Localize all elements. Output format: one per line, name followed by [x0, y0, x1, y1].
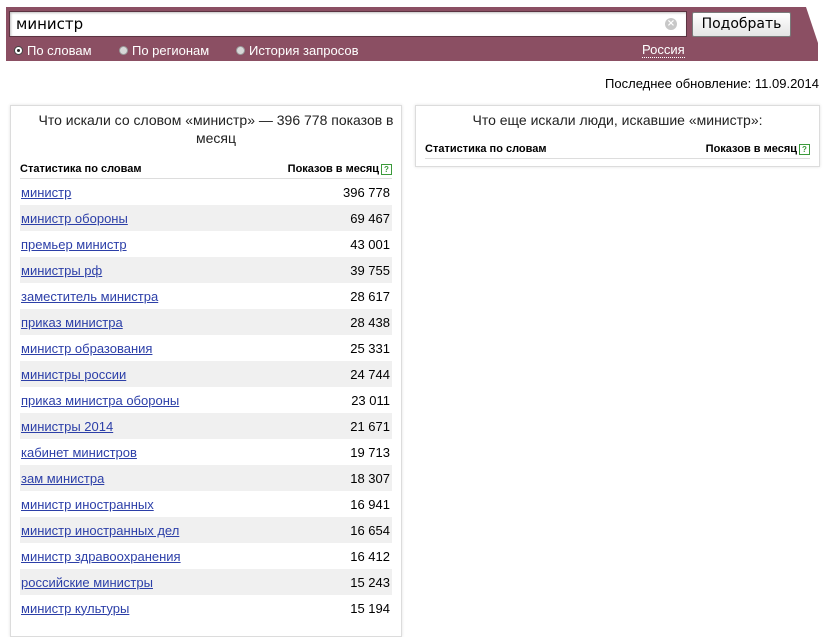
impressions-count: 39 755 [350, 262, 390, 278]
search-input[interactable] [10, 12, 660, 36]
table-row: министр иностранных 16 941 [20, 491, 392, 517]
search-field[interactable]: × [9, 11, 687, 37]
table-row: кабинет министров 19 713 [20, 439, 392, 465]
table-header: Статистика по словам Показов в месяц? [425, 140, 810, 159]
mode-label: По регионам [132, 42, 210, 58]
table-row: премьер министр 43 001 [20, 231, 392, 257]
phrase-link[interactable]: премьер министр [21, 237, 127, 252]
phrase-link[interactable]: министры россии [21, 367, 126, 382]
mode-history-radio[interactable]: История запросов [236, 42, 359, 58]
table-row: приказ министра обороны 23 011 [20, 387, 392, 413]
table-row: министры 2014 21 671 [20, 413, 392, 439]
impressions-count: 16 654 [350, 522, 390, 538]
table-row: министры россии 24 744 [20, 361, 392, 387]
related-searches-table: Статистика по словам Показов в месяц? [425, 140, 810, 159]
impressions-count: 18 307 [350, 470, 390, 486]
mode-label: История запросов [249, 42, 359, 58]
table-body: министр 396 778 министр обороны 69 467 премь… [20, 179, 392, 621]
impressions-count: 69 467 [350, 210, 390, 226]
phrase-link[interactable]: кабинет министров [21, 445, 137, 460]
radio-dot-icon [236, 45, 245, 55]
impressions-count: 24 744 [350, 366, 390, 382]
table-row: министр образования 25 331 [20, 335, 392, 361]
table-row: министр иностранных дел 16 654 [20, 517, 392, 543]
phrase-link[interactable]: министр здравоохранения [21, 549, 181, 564]
impressions-count: 15 243 [350, 574, 390, 590]
help-icon[interactable]: ? [799, 143, 810, 155]
impressions-count: 16 412 [350, 548, 390, 564]
related-searches-panel: Что еще искали люди, искавшие «министр»:… [415, 105, 820, 167]
word-stats-table: Статистика по словам Показов в месяц? ми… [20, 160, 392, 621]
impressions-count: 19 713 [350, 444, 390, 460]
column-header-count-label: Показов в месяц [287, 163, 379, 175]
phrase-link[interactable]: министр иностранных дел [21, 523, 179, 538]
phrase-link[interactable]: российские министры [21, 575, 153, 590]
region-link[interactable]: Россия [642, 43, 685, 58]
column-header-phrase: Статистика по словам [20, 163, 142, 175]
phrase-link[interactable]: министр обороны [21, 211, 128, 226]
mode-by-words-radio[interactable]: По словам [14, 42, 92, 58]
phrase-link[interactable]: приказ министра обороны [21, 393, 179, 408]
table-row: зам министра 18 307 [20, 465, 392, 491]
phrase-link[interactable]: министр образования [21, 341, 152, 356]
phrase-link[interactable]: зам министра [21, 471, 104, 486]
column-header-count: Показов в месяц? [706, 143, 810, 155]
word-stats-panel: Что искали со словом «министр» — 396 778… [10, 105, 402, 637]
table-header: Статистика по словам Показов в месяц? [20, 160, 392, 179]
radio-dot-icon [14, 45, 23, 55]
clear-icon[interactable]: × [665, 18, 677, 30]
submit-button[interactable]: Подобрать [692, 12, 791, 37]
phrase-link[interactable]: министры рф [21, 263, 102, 278]
impressions-count: 15 194 [350, 600, 390, 616]
panel-title: Что еще искали люди, искавшие «министр»: [472, 112, 763, 128]
table-row: министр культуры 15 194 [20, 595, 392, 621]
panel-title: Что искали со словом «министр» — 396 778… [38, 112, 394, 146]
mode-by-regions-radio[interactable]: По регионам [119, 42, 210, 58]
column-header-count-label: Показов в месяц [705, 143, 797, 155]
impressions-count: 28 438 [350, 314, 390, 330]
impressions-count: 21 671 [350, 418, 390, 434]
phrase-link[interactable]: министр культуры [21, 601, 129, 616]
impressions-count: 28 617 [350, 288, 390, 304]
impressions-count: 23 011 [351, 392, 390, 408]
mode-label: По словам [27, 42, 92, 58]
table-row: заместитель министра 28 617 [20, 283, 392, 309]
impressions-count: 43 001 [350, 236, 390, 252]
phrase-link[interactable]: министр иностранных [21, 497, 154, 512]
phrase-link[interactable]: министр [21, 185, 71, 200]
table-row: министр 396 778 [20, 179, 392, 205]
phrase-link[interactable]: министры 2014 [21, 419, 113, 434]
last-update-text: Последнее обновление: 11.09.2014 [605, 76, 819, 91]
phrase-link[interactable]: приказ министра [21, 315, 123, 330]
impressions-count: 396 778 [343, 184, 390, 200]
radio-dot-icon [119, 45, 128, 55]
table-row: министр здравоохранения 16 412 [20, 543, 392, 569]
impressions-count: 25 331 [350, 340, 390, 356]
impressions-count: 16 941 [350, 496, 390, 512]
table-row: министр обороны 69 467 [20, 205, 392, 231]
table-row: приказ министра 28 438 [20, 309, 392, 335]
column-header-count: Показов в месяц? [288, 163, 392, 175]
table-row: министры рф 39 755 [20, 257, 392, 283]
column-header-phrase: Статистика по словам [425, 143, 547, 155]
help-icon[interactable]: ? [381, 163, 392, 175]
table-row: российские министры 15 243 [20, 569, 392, 595]
phrase-link[interactable]: заместитель министра [21, 289, 158, 304]
